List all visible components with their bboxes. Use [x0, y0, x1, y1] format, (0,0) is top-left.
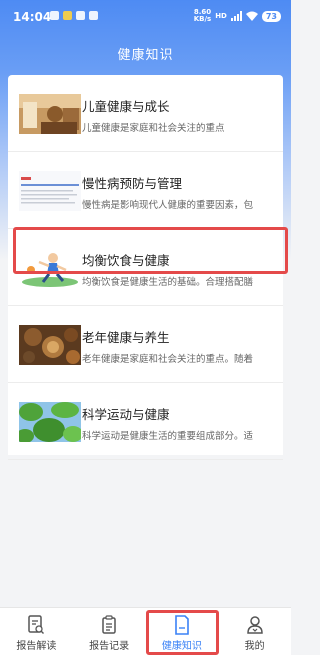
article-desc: 慢性病是影响现代人健康的重要因素，包 — [82, 200, 254, 211]
article-desc: 儿童健康是家庭和社会关注的重点 — [82, 123, 225, 134]
signal-icon — [230, 11, 242, 21]
article-desc: 老年健康是家庭和社会关注的重点。随着 — [82, 354, 254, 365]
article-item[interactable]: 老年健康与养生 老年健康是家庭和社会关注的重点。随着 — [8, 306, 283, 383]
article-thumbnail — [19, 402, 81, 442]
article-title: 科学运动与健康 — [82, 407, 170, 422]
status-time: 14:04 — [13, 10, 52, 24]
nav-label: 报告记录 — [89, 641, 130, 652]
clipboard-icon — [102, 615, 116, 634]
article-item[interactable]: 儿童健康与成长 儿童健康是家庭和社会关注的重点 — [8, 75, 283, 152]
nav-label: 我的 — [244, 641, 265, 652]
network-speed: 8.60 KB/s — [193, 8, 212, 23]
selection-highlight — [13, 227, 288, 274]
nav-report-interpret[interactable]: 报告解读 — [0, 608, 73, 655]
article-title: 儿童健康与成长 — [82, 99, 170, 114]
page-title: 健康知识 — [117, 48, 174, 63]
report-read-icon — [28, 615, 45, 634]
nav-profile[interactable]: 我的 — [218, 608, 291, 655]
article-title: 老年健康与养生 — [82, 330, 170, 345]
app-notification-icon — [50, 11, 59, 20]
article-desc: 科学运动是健康生活的重要组成部分。适 — [82, 431, 254, 442]
network-type: HD — [215, 12, 227, 20]
nav-label: 报告解读 — [16, 641, 57, 652]
article-desc: 均衡饮食是健康生活的基础。合理搭配膳 — [82, 277, 254, 288]
notification-icons — [50, 11, 98, 20]
article-item[interactable]: 慢性病预防与管理 慢性病是影响现代人健康的重要因素，包 — [8, 152, 283, 229]
status-right: 8.60 KB/s HD 73 — [194, 9, 281, 23]
app-notification-icon — [63, 11, 72, 20]
status-bar: 14:04 8.60 KB/s HD 73 — [0, 0, 291, 32]
wifi-icon — [245, 11, 258, 21]
article-title: 慢性病预防与管理 — [82, 176, 183, 191]
nav-report-records[interactable]: 报告记录 — [73, 608, 146, 655]
article-thumbnail — [19, 171, 81, 211]
nav-selection-highlight — [146, 610, 219, 655]
article-item[interactable]: 科学运动与健康 科学运动是健康生活的重要组成部分。适 — [8, 383, 283, 460]
article-thumbnail — [19, 94, 81, 134]
article-thumbnail — [19, 325, 81, 365]
user-icon — [246, 616, 263, 634]
app-notification-icon — [76, 11, 85, 20]
app-notification-icon — [89, 11, 98, 20]
battery-indicator: 73 — [261, 10, 281, 22]
